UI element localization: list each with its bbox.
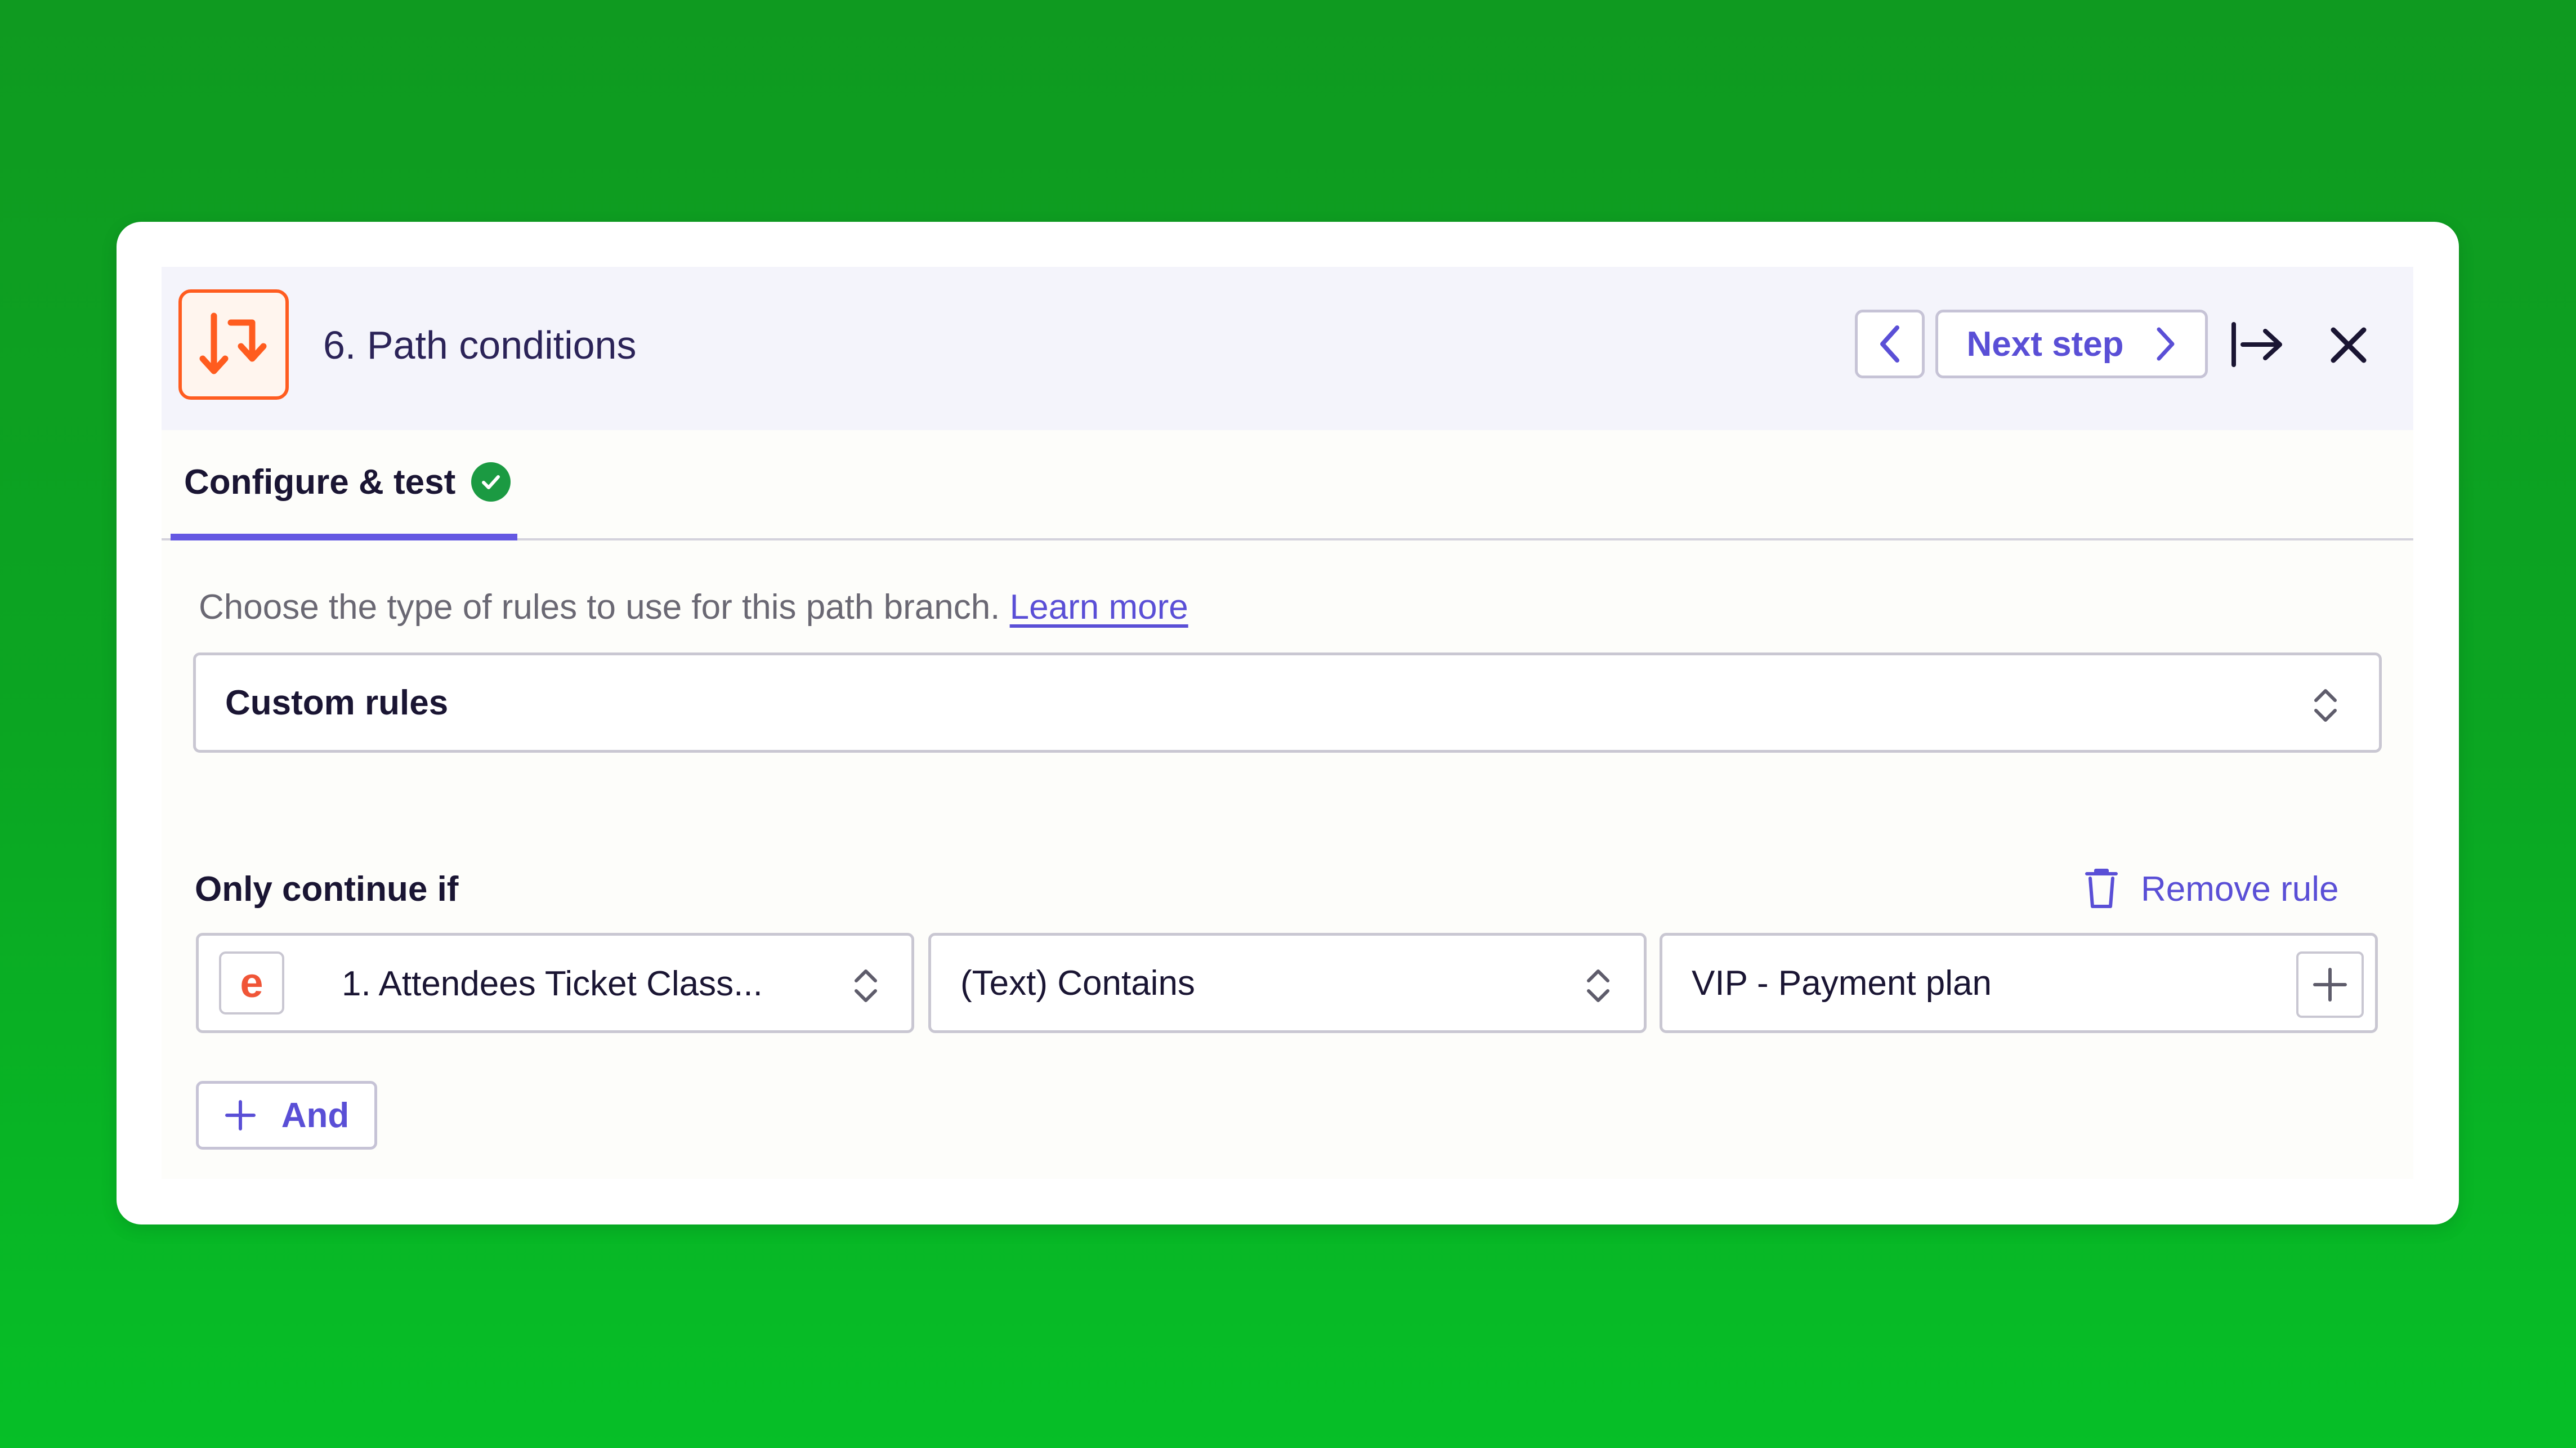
rules-description-text: Choose the type of rules to use for this…	[199, 588, 1000, 627]
field-select[interactable]: e 1. Attendees Ticket Class...	[196, 933, 914, 1033]
condition-label: Only continue if	[195, 870, 459, 909]
sort-arrows-icon	[1587, 969, 1609, 1002]
close-icon	[2331, 327, 2367, 363]
trash-icon	[2085, 869, 2118, 908]
expand-panel-button[interactable]	[2226, 315, 2288, 374]
add-and-condition-button[interactable]: And	[196, 1081, 377, 1150]
tab-configure-test[interactable]: Configure & test	[171, 430, 517, 540]
operator-value: (Text) Contains	[960, 963, 1195, 1003]
chevron-left-icon	[1880, 325, 1899, 363]
rule-type-select[interactable]: Custom rules	[193, 653, 2382, 753]
arrow-to-right-icon	[2231, 322, 2282, 367]
plus-icon	[225, 1100, 256, 1130]
field-value: 1. Attendees Ticket Class...	[342, 964, 763, 1003]
step-header: 6. Path conditions Next step	[162, 267, 2413, 430]
rule-type-value: Custom rules	[225, 683, 449, 722]
check-circle-icon	[471, 462, 511, 502]
step-tabs: Configure & test	[162, 430, 2413, 540]
previous-step-button[interactable]	[1855, 310, 1925, 378]
insert-data-button[interactable]	[2296, 951, 2364, 1018]
chevron-right-icon	[2157, 327, 2175, 361]
next-step-button[interactable]: Next step	[1935, 310, 2208, 378]
sort-arrows-icon	[2314, 689, 2337, 722]
rules-description: Choose the type of rules to use for this…	[199, 582, 1188, 633]
path-split-icon	[178, 289, 289, 400]
and-label: And	[281, 1096, 350, 1135]
value-input[interactable]: VIP - Payment plan	[1660, 933, 2378, 1033]
plus-icon	[2313, 968, 2347, 1002]
close-button[interactable]	[2323, 320, 2374, 370]
operator-select[interactable]: (Text) Contains	[928, 933, 1647, 1033]
sort-arrows-icon	[855, 969, 877, 1002]
tab-label: Configure & test	[184, 462, 456, 502]
remove-rule-button[interactable]: Remove rule	[2085, 865, 2338, 913]
remove-rule-label: Remove rule	[2141, 869, 2339, 909]
next-step-label: Next step	[1966, 324, 2124, 364]
eventbrite-icon: e	[219, 951, 284, 1015]
value-text: VIP - Payment plan	[1692, 963, 1992, 1003]
learn-more-link[interactable]: Learn more	[1010, 588, 1188, 627]
page-title: 6. Path conditions	[323, 323, 637, 367]
path-conditions-card: 6. Path conditions Next step Configure &…	[117, 222, 2459, 1224]
